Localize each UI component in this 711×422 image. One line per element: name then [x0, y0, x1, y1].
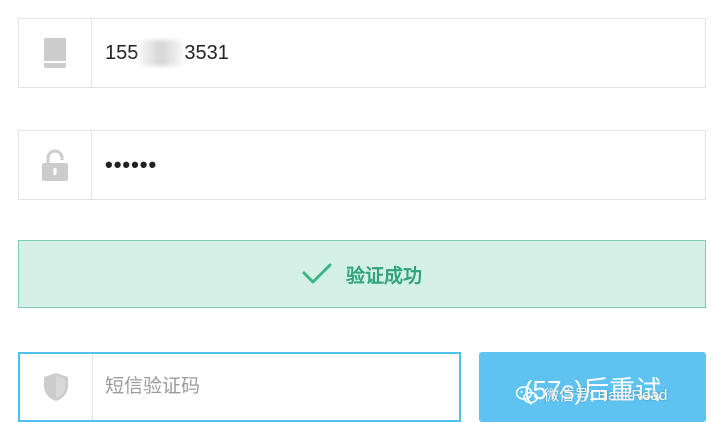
- checkmark-icon: [302, 263, 332, 284]
- lock-icon-cell: [19, 131, 92, 199]
- phone-value-start: 155: [105, 41, 139, 64]
- phone-value[interactable]: 155 3531: [92, 19, 229, 87]
- phone-field[interactable]: 155 3531: [18, 18, 706, 88]
- password-value[interactable]: ••••••: [92, 131, 157, 199]
- wechat-icon: [516, 385, 538, 403]
- phone-icon: [44, 38, 66, 68]
- sms-code-field[interactable]: [18, 352, 461, 422]
- shield-icon: [44, 373, 68, 401]
- wechat-watermark: 微信号: HackRead: [516, 384, 667, 405]
- phone-redaction-mask: [139, 40, 184, 66]
- verification-status-text: 验证成功: [345, 265, 422, 287]
- phone-value-end: 3531: [184, 41, 229, 64]
- lock-icon: [42, 149, 68, 181]
- phone-icon-cell: [19, 19, 92, 87]
- sms-code-input[interactable]: [93, 354, 407, 420]
- password-field[interactable]: ••••••: [18, 130, 706, 200]
- shield-icon-cell: [20, 354, 93, 420]
- password-dots: ••••••: [105, 152, 158, 177]
- verification-success-banner: 验证成功: [18, 240, 706, 308]
- watermark-text: 微信号: HackRead: [544, 387, 668, 404]
